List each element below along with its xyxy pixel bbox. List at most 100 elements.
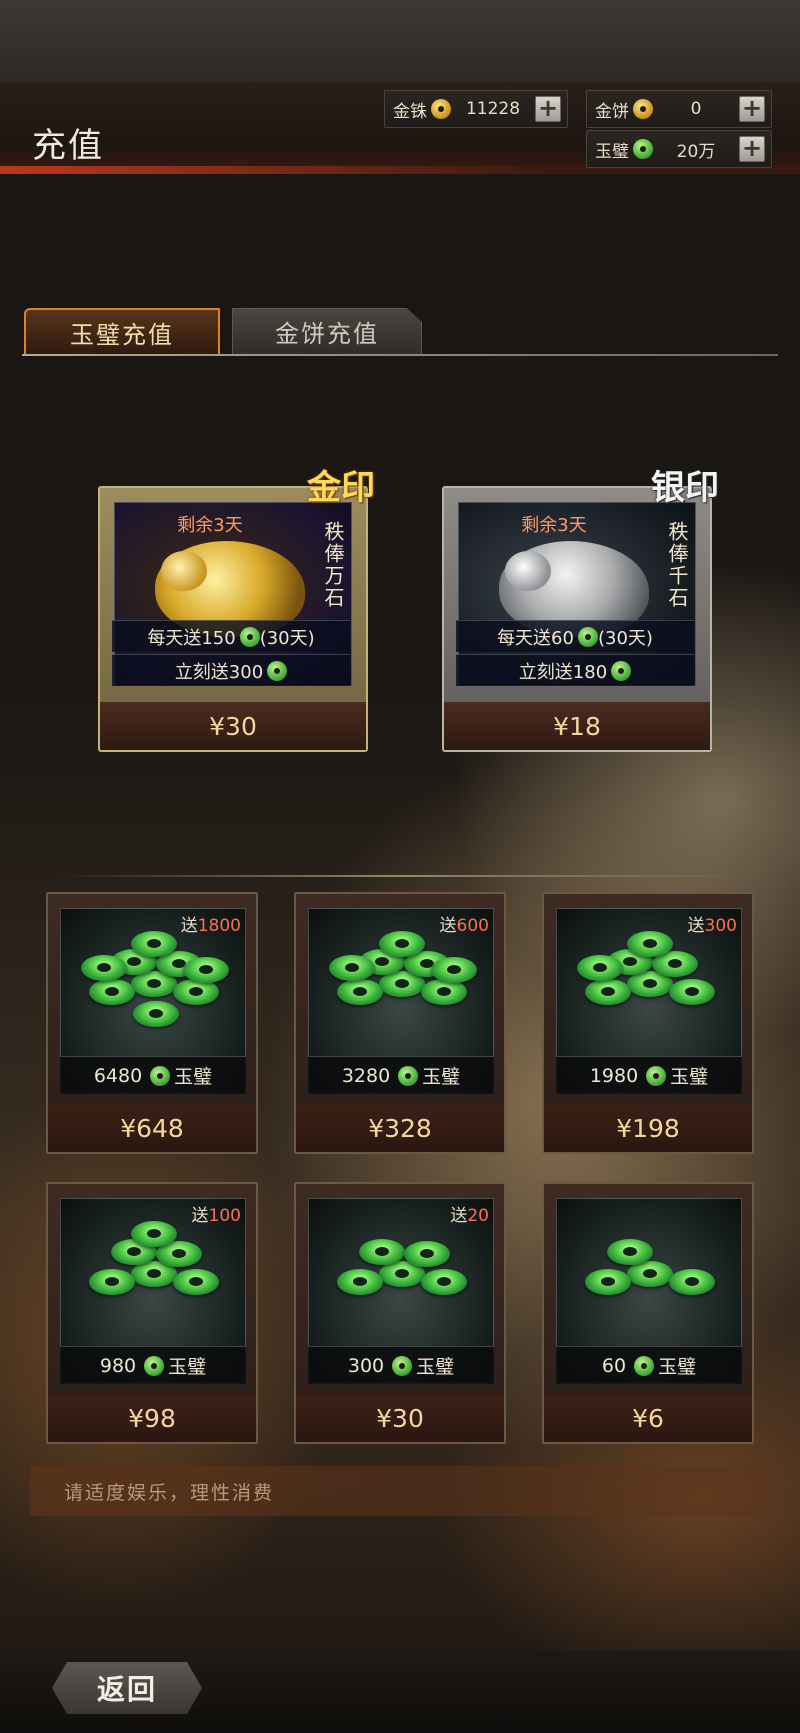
pack-unit: 玉璧 — [416, 1356, 455, 1378]
currency-label: 金铢 — [393, 101, 427, 122]
add-gold-zhu-button[interactable]: + — [535, 96, 561, 122]
jade-icon — [634, 1355, 655, 1376]
pack-amount-label: 980 玉璧 — [60, 1346, 246, 1384]
header-glow — [0, 166, 560, 174]
jade-pack-198[interactable]: 送300 1980 玉璧 ¥198 — [542, 892, 754, 1154]
tabs-underline — [22, 354, 778, 356]
gold-cake-icon — [633, 99, 653, 119]
jade-ring — [89, 979, 135, 1005]
instant-reward-row: 立刻送300 — [112, 654, 350, 686]
pack-amount-label: 6480 玉璧 — [60, 1056, 246, 1094]
pack-price: ¥6 — [544, 1394, 752, 1442]
pack-amount: 980 — [99, 1354, 137, 1377]
currency-value: 11228 — [465, 99, 521, 119]
jade-ring — [133, 1001, 179, 1027]
instant-reward-text: 立刻送180 — [518, 661, 608, 683]
jade-pack-648[interactable]: 送1800 6480 玉璧 ¥648 — [46, 892, 258, 1154]
page-title: 充值 — [32, 126, 104, 166]
currency-gold-zhu: 金铢 11228 + — [384, 90, 568, 128]
bonus-badge: 送1800 — [180, 916, 241, 936]
jade-icon — [144, 1355, 165, 1376]
jade-pack-98[interactable]: 送100 980 玉璧 ¥98 — [46, 1182, 258, 1444]
jade-ring — [329, 955, 375, 981]
jade-pack-328[interactable]: 送600 3280 玉璧 ¥328 — [294, 892, 506, 1154]
jade-ring — [337, 979, 383, 1005]
jade-ring — [337, 1269, 383, 1295]
back-button[interactable]: 返回 — [52, 1662, 202, 1714]
currency-value: 0 — [690, 99, 702, 119]
jade-ring — [81, 955, 127, 981]
pack-amount-label: 60 玉璧 — [556, 1346, 742, 1384]
jade-ring — [89, 1269, 135, 1295]
daily-reward-duration: (30天) — [259, 627, 315, 649]
jade-ring — [585, 1269, 631, 1295]
jade-ring — [627, 931, 673, 957]
daily-reward-row: 每天送60 (30天) — [456, 620, 694, 652]
tab-jade-recharge[interactable]: 玉璧充值 — [24, 308, 220, 354]
pack-unit: 玉璧 — [670, 1066, 709, 1088]
currency-jade: 玉璧 20万 + — [586, 130, 772, 168]
pack-unit: 玉璧 — [168, 1356, 207, 1378]
jade-icon — [239, 626, 260, 647]
add-jade-button[interactable]: + — [739, 136, 765, 162]
jade-icon — [577, 626, 598, 647]
pack-price: ¥30 — [296, 1394, 504, 1442]
monthly-price: ¥30 — [100, 702, 366, 750]
pack-price: ¥98 — [48, 1394, 256, 1442]
remaining-days: 剩余3天 — [521, 515, 587, 536]
gold-seal-badge: 金印 — [307, 468, 375, 508]
jade-ring — [421, 979, 467, 1005]
jade-pack-30[interactable]: 送20 300 玉璧 ¥30 — [294, 1182, 506, 1444]
golden-beast-head — [161, 551, 207, 591]
daily-reward-text: 每天送60 — [497, 627, 574, 649]
daily-reward-duration: (30天) — [597, 627, 653, 649]
bonus-badge: 送300 — [687, 916, 737, 936]
pack-amount-label: 300 玉璧 — [308, 1346, 494, 1384]
pack-amount-label: 3280 玉璧 — [308, 1056, 494, 1094]
jade-icon — [646, 1065, 667, 1086]
jade-icon — [150, 1065, 171, 1086]
jade-ring — [421, 1269, 467, 1295]
pack-amount: 60 — [601, 1354, 627, 1377]
jade-pack-6[interactable]: 60 玉璧 ¥6 — [542, 1182, 754, 1444]
jade-ring — [577, 955, 623, 981]
jade-ring — [607, 1239, 653, 1265]
pack-unit: 玉璧 — [422, 1066, 461, 1088]
instant-reward-text: 立刻送300 — [174, 661, 264, 683]
pack-amount: 300 — [347, 1354, 385, 1377]
bonus-badge: 送600 — [439, 916, 489, 936]
pack-amount: 1980 — [589, 1064, 639, 1087]
instant-reward-row: 立刻送180 — [456, 654, 694, 686]
pack-amount-label: 1980 玉璧 — [556, 1056, 742, 1094]
jade-ring — [173, 1269, 219, 1295]
pack-price: ¥648 — [48, 1104, 256, 1152]
currency-value: 20万 — [676, 141, 716, 162]
jade-icon — [392, 1355, 413, 1376]
jade-ring — [669, 1269, 715, 1295]
silver-turtle-head — [505, 551, 551, 591]
jade-ring — [404, 1241, 450, 1267]
monthly-card-silver[interactable]: 剩余3天 秩俸千石 银印 ¥18 — [442, 470, 719, 752]
top-strip — [0, 0, 800, 82]
jade-ring — [431, 957, 477, 983]
jade-icon — [398, 1065, 419, 1086]
currency-label: 玉璧 — [595, 141, 629, 162]
monthly-card-gold[interactable]: 剩余3天 秩俸万石 金印 ¥30 — [98, 470, 375, 752]
responsible-gaming-notice: 请适度娱乐，理性消费 — [30, 1466, 770, 1516]
jade-ring — [173, 979, 219, 1005]
pack-price: ¥328 — [296, 1104, 504, 1152]
add-gold-cake-button[interactable]: + — [739, 96, 765, 122]
pack-amount: 3280 — [341, 1064, 391, 1087]
tab-gold-cake-recharge[interactable]: 金饼充值 — [232, 308, 422, 354]
jade-ring — [131, 1221, 177, 1247]
jade-ring — [183, 957, 229, 983]
gold-coin-icon — [431, 99, 451, 119]
currency-label: 金饼 — [595, 101, 629, 122]
pack-amount: 6480 — [93, 1064, 143, 1087]
monthly-price: ¥18 — [444, 702, 710, 750]
daily-reward-text: 每天送150 — [147, 627, 236, 649]
jade-icon — [611, 660, 632, 681]
jade-icon — [633, 139, 653, 159]
silver-seal-badge: 银印 — [651, 468, 719, 508]
remaining-days: 剩余3天 — [177, 515, 243, 536]
